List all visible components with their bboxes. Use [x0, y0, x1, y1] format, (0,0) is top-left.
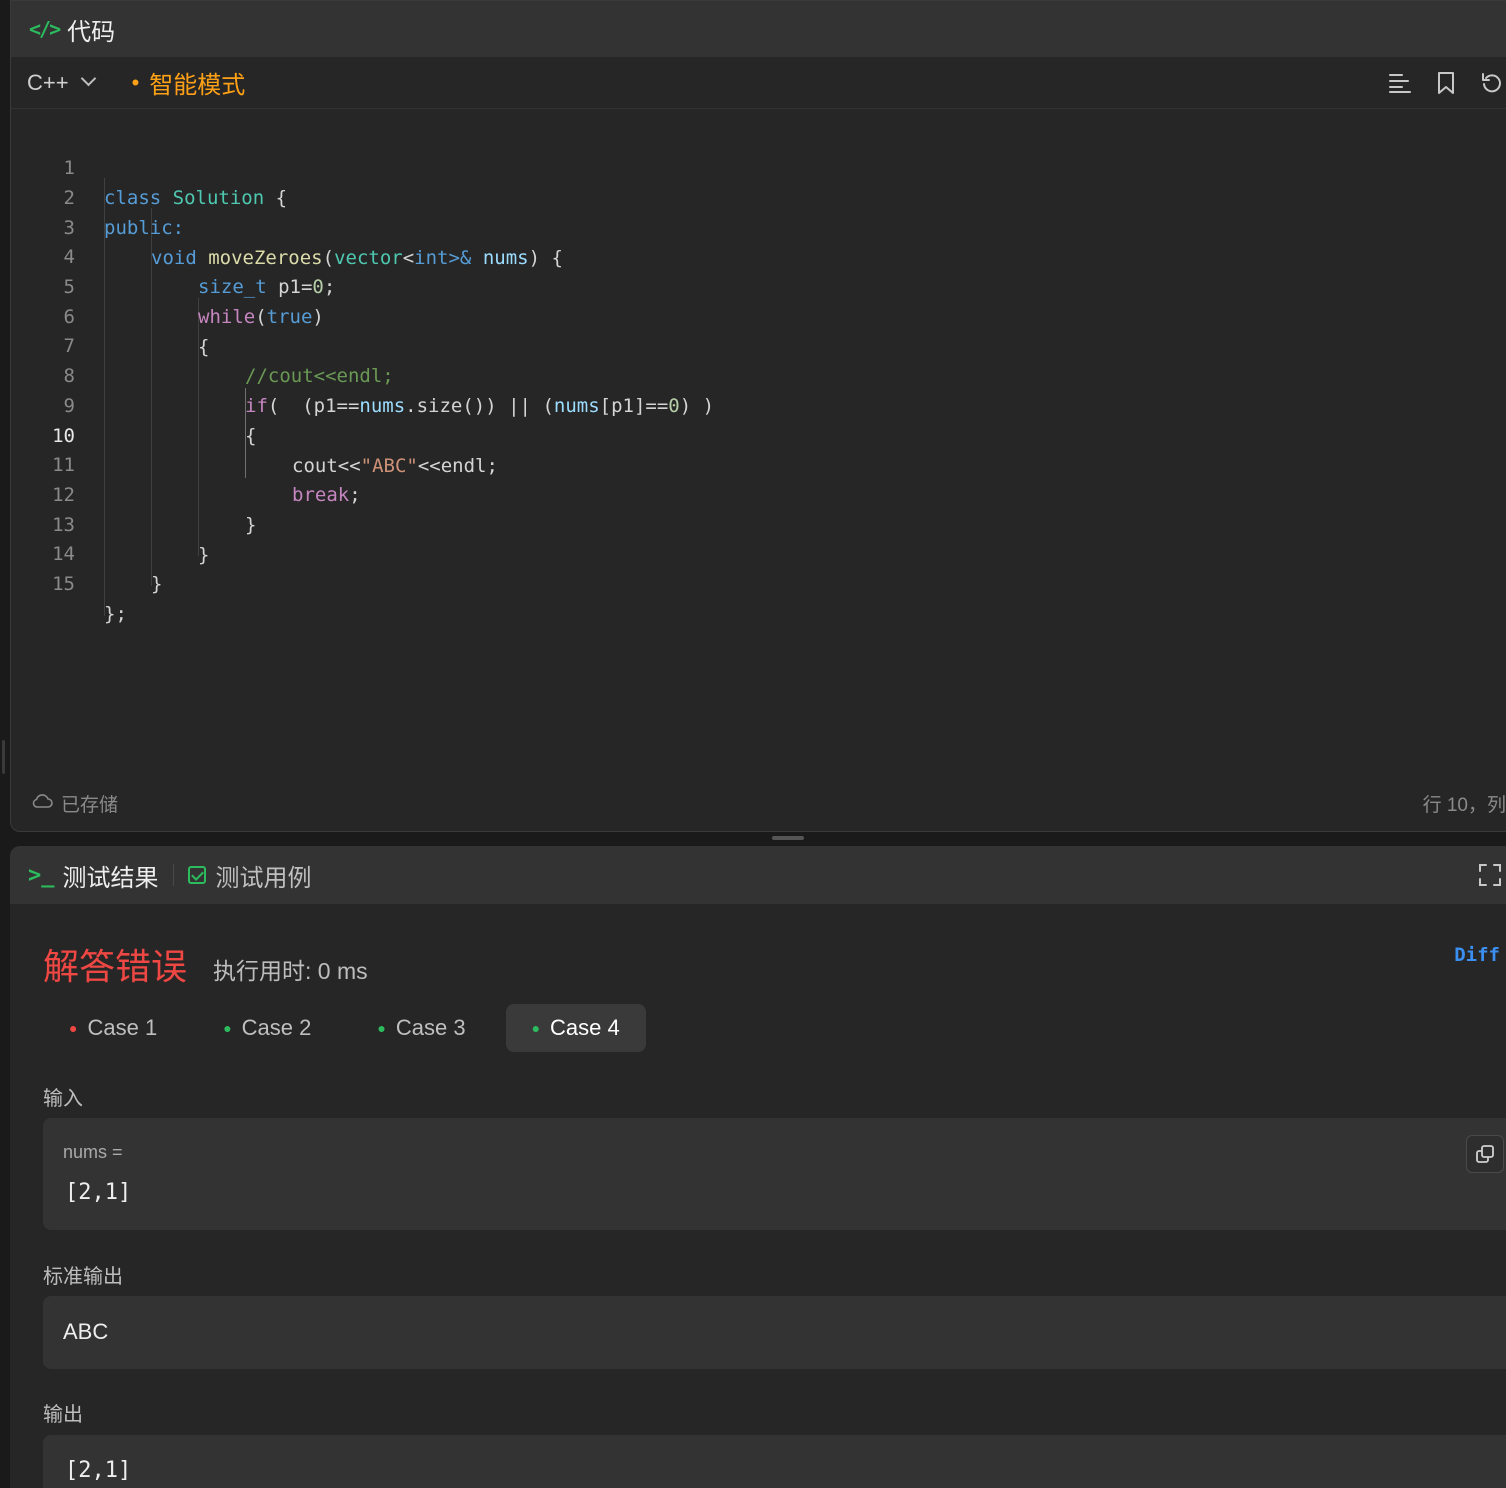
bookmark-icon[interactable]: [1432, 69, 1460, 97]
editor-titlebar: </> 代码: [11, 1, 1506, 57]
tab-test-result[interactable]: 测试结果: [63, 858, 159, 893]
case-label: Case 4: [550, 1015, 620, 1040]
input-var-name: nums =: [63, 1142, 123, 1162]
output-label: 输出: [43, 1404, 83, 1426]
case-tab-3[interactable]: ● Case 3: [351, 1004, 491, 1052]
output-box: [2,1]: [43, 1435, 1506, 1488]
pass-dot-icon: ●: [531, 1020, 541, 1036]
verdict-row: 解答错误 执行用时: 0 ms: [43, 938, 368, 990]
code-line-15: 15 };: [11, 539, 127, 625]
fail-dot-icon: ●: [69, 1020, 78, 1036]
case-tab-4[interactable]: ● Case 4: [505, 1004, 646, 1052]
case-label: Case 3: [395, 1015, 466, 1040]
stdout-box: ABC: [43, 1296, 1506, 1369]
code-line-10: 10 cout<<"ABC"<<endl;: [11, 391, 498, 477]
pass-dot-icon: ●: [223, 1020, 232, 1036]
editor-toolbar: C++ • 智能模式: [11, 57, 1506, 109]
mode-dot-icon: •: [131, 69, 140, 95]
code-line-3: 3 void moveZeroes(vector<int>& nums) {: [11, 183, 563, 269]
tab-divider: [172, 864, 174, 886]
code-line-4: 4 size_t p1=0;: [11, 212, 336, 298]
panel-resize-handle[interactable]: [772, 836, 804, 840]
output-value: [2,1]: [65, 1458, 132, 1483]
code-line-5: 5 while(true): [11, 242, 324, 328]
cloud-icon: [31, 793, 53, 814]
copy-icon: [1476, 1145, 1494, 1163]
runtime-text: 执行用时: 0 ms: [213, 958, 368, 984]
language-label: C++: [27, 69, 69, 95]
case-label: Case 1: [87, 1015, 158, 1040]
code-line-7: 7 //cout<<endl;: [11, 301, 394, 387]
code-line-9: 9 {: [11, 361, 257, 447]
pass-dot-icon: ●: [377, 1020, 386, 1036]
stdout-label: 标准输出: [43, 1266, 123, 1288]
checkbox-icon: [187, 866, 206, 884]
line-number: 15: [52, 573, 75, 595]
tab-test-case[interactable]: 测试用例: [216, 858, 312, 893]
code-line-6: 6 {: [11, 272, 210, 358]
result-titlebar: >_ 测试结果 测试用例: [10, 846, 1506, 904]
stdout-value: ABC: [63, 1319, 109, 1344]
verdict-status: 解答错误: [43, 946, 188, 987]
case-label: Case 2: [241, 1015, 312, 1040]
input-value: [2,1]: [65, 1180, 132, 1205]
saved-status: 已存储: [61, 794, 119, 816]
sidebar-resize-handle[interactable]: [2, 740, 5, 774]
smart-mode-toggle[interactable]: 智能模式: [149, 65, 245, 100]
chevron-down-icon: [80, 70, 96, 87]
reset-icon[interactable]: [1478, 69, 1506, 97]
diff-toggle[interactable]: Diff: [1454, 944, 1500, 966]
case-tab-1[interactable]: ● Case 1: [43, 1004, 183, 1052]
format-icon[interactable]: [1386, 69, 1414, 97]
editor-toolbar-icons: [1386, 57, 1506, 109]
case-tabs: ● Case 1 ● Case 2 ● Case 3 ● Case 4: [43, 1004, 646, 1052]
copy-button[interactable]: [1466, 1135, 1504, 1173]
code-line-8: 8 if( (p1==nums.size()) || (nums[p1]==0)…: [11, 331, 715, 417]
code-line-11: 11 break;: [11, 420, 361, 506]
editor-title: 代码: [67, 18, 116, 46]
code-line-2: 2 public:: [11, 153, 185, 239]
code-area[interactable]: 1 class Solution { 2 public: 3 void move…: [11, 110, 1506, 771]
code-line-12: 12 }: [11, 450, 256, 536]
code-line-14: 14 }: [11, 509, 162, 595]
indent-guide: [104, 178, 105, 616]
editor-statusbar: 已存储 行 10，列: [11, 775, 1506, 831]
input-label: 输入: [43, 1088, 83, 1110]
case-tab-2[interactable]: ● Case 2: [197, 1004, 337, 1052]
input-box: nums = [2,1]: [43, 1118, 1506, 1230]
code-icon: </>: [29, 17, 61, 41]
cursor-position: 行 10，列: [1422, 794, 1506, 816]
terminal-icon: >_: [28, 862, 55, 888]
code-editor-panel: </> 代码 C++ • 智能模式 1 class Solution {2 p…: [10, 0, 1506, 832]
code-line-1: 1 class Solution {: [11, 123, 288, 209]
fullscreen-icon[interactable]: [1478, 863, 1502, 887]
language-select[interactable]: C++: [27, 69, 96, 96]
test-result-panel: >_ 测试结果 测试用例 解答错误 执行用时: 0 ms Diff ● Case…: [10, 846, 1506, 1488]
code-line-13: 13 }: [11, 480, 209, 566]
